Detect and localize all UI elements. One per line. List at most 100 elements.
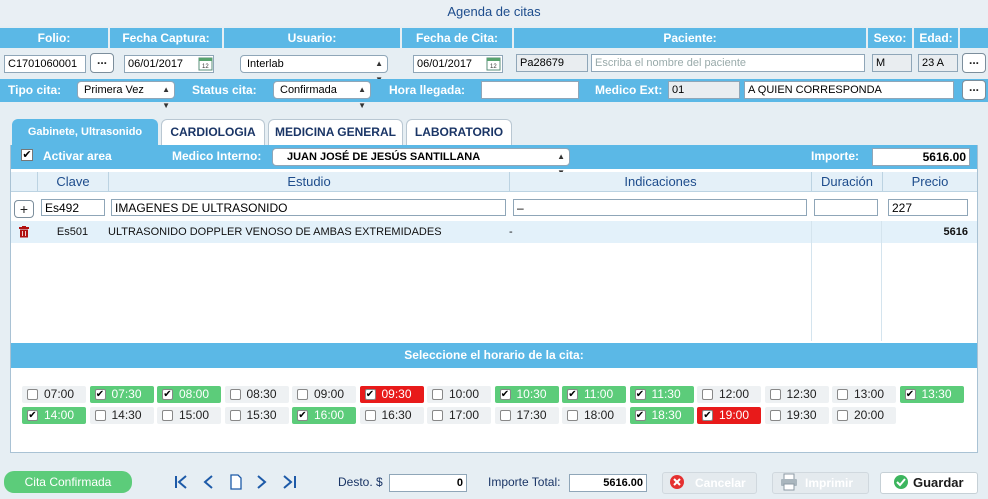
time-slot[interactable]: 19:30	[764, 407, 829, 424]
time-slot[interactable]: ✔ 11:30	[629, 386, 694, 403]
hora-llegada-input[interactable]	[481, 81, 579, 99]
time-slot[interactable]: 17:00	[427, 407, 491, 424]
time-slot-checkbox[interactable]: ✔	[567, 389, 578, 400]
time-slot-checkbox[interactable]: ✔	[94, 389, 106, 400]
time-slot[interactable]: ✔ 14:00	[22, 407, 86, 424]
time-slot-checkbox[interactable]	[94, 410, 106, 421]
time-slot-checkbox[interactable]	[432, 389, 443, 400]
time-slot[interactable]: 16:30	[359, 407, 424, 424]
first-page-icon[interactable]	[174, 474, 188, 493]
tipo-cita-value: Primera Vez	[84, 84, 144, 96]
time-slot-checkbox[interactable]	[567, 410, 578, 421]
time-slot[interactable]: 14:30	[89, 407, 154, 424]
time-slot-checkbox[interactable]	[162, 410, 173, 421]
calendar-icon[interactable]: 12	[486, 55, 502, 71]
time-slot[interactable]: 10:00	[427, 386, 491, 403]
time-slot[interactable]: 12:30	[764, 386, 829, 403]
tipo-cita-select[interactable]: Primera Vez ▲ ▼	[77, 81, 175, 110]
folio-input[interactable]: C1701060001	[4, 55, 86, 73]
medico-ext-id-input[interactable]: 01	[668, 81, 740, 99]
paciente-lookup-button[interactable]: ...	[962, 53, 986, 73]
time-slot[interactable]: 15:30	[224, 407, 289, 424]
next-page-icon[interactable]	[256, 474, 268, 493]
tab-gabinete[interactable]: Gabinete, Ultrasonido	[12, 119, 158, 145]
time-slot-checkbox[interactable]	[499, 410, 511, 421]
medico-lookup-button[interactable]: ...	[962, 80, 986, 100]
time-slot-checkbox[interactable]: ✔	[297, 410, 308, 421]
time-slot[interactable]: ✔ 11:00	[562, 386, 626, 403]
calendar-icon[interactable]: 12	[198, 55, 214, 71]
time-slot[interactable]: 17:30	[494, 407, 559, 424]
time-slot-checkbox[interactable]	[229, 389, 241, 400]
folio-lookup-button[interactable]: ...	[90, 53, 114, 73]
time-slot-checkbox[interactable]	[837, 389, 848, 400]
paciente-id-input[interactable]: Pa28679	[516, 54, 588, 72]
tab-laboratorio[interactable]: LABORATORIO	[406, 119, 512, 145]
time-slot-checkbox[interactable]: ✔	[702, 410, 713, 421]
time-slot[interactable]: ✔ 07:30	[89, 386, 154, 403]
time-slot-checkbox[interactable]: ✔	[162, 389, 173, 400]
time-slot-checkbox[interactable]	[837, 410, 848, 421]
time-slot-checkbox[interactable]	[297, 389, 308, 400]
estudio-input[interactable]: IMAGENES DE ULTRASONIDO	[111, 199, 506, 216]
time-slot[interactable]: 08:30	[224, 386, 289, 403]
folio-label: Folio:	[0, 28, 108, 48]
time-slot[interactable]: 07:00	[22, 386, 86, 403]
time-slot-checkbox[interactable]: ✔	[27, 410, 38, 421]
time-slot-checkbox[interactable]: ✔	[634, 389, 646, 400]
medico-ext-name-input[interactable]: A QUIEN CORRESPONDA	[744, 81, 954, 99]
duracion-input[interactable]	[814, 199, 878, 216]
row-estudio: ULTRASONIDO DOPPLER VENOSO DE AMBAS EXTR…	[108, 226, 442, 238]
time-slot-label: 14:30	[111, 408, 142, 422]
time-slot[interactable]: ✔ 10:30	[494, 386, 559, 403]
clave-input[interactable]: Es492	[41, 199, 105, 216]
time-slot-label: 12:00	[719, 387, 750, 401]
time-slot-checkbox[interactable]: ✔	[904, 389, 916, 400]
time-slot[interactable]: 13:00	[832, 386, 896, 403]
desto-input[interactable]: 0	[389, 474, 467, 492]
time-slot-label: 10:00	[449, 387, 480, 401]
medico-interno-select[interactable]: JUAN JOSÉ DE JESÚS SANTILLANA▲▼	[272, 148, 570, 177]
time-slot-checkbox[interactable]: ✔	[499, 389, 511, 400]
time-slot[interactable]: ✔ 16:00	[292, 407, 356, 424]
time-slot[interactable]: ✔ 19:00	[697, 407, 761, 424]
prev-page-icon[interactable]	[202, 474, 214, 493]
time-slot[interactable]: 20:00	[832, 407, 896, 424]
desto-label: Desto. $	[338, 475, 383, 489]
time-slot[interactable]: 12:00	[697, 386, 761, 403]
time-slot[interactable]: ✔ 13:30	[899, 386, 964, 403]
time-slot[interactable]: ✔ 08:00	[157, 386, 221, 403]
time-slot[interactable]: ✔ 18:30	[629, 407, 694, 424]
time-slot-checkbox[interactable]	[229, 410, 241, 421]
time-slot[interactable]: 09:00	[292, 386, 356, 403]
time-slot-checkbox[interactable]	[27, 389, 38, 400]
precio-input[interactable]: 227	[888, 199, 968, 216]
header-spacer	[960, 28, 988, 48]
status-badge: Cita Confirmada	[4, 471, 132, 493]
time-slot-checkbox[interactable]	[769, 410, 781, 421]
tab-cardiologia[interactable]: CARDIOLOGIA	[161, 119, 265, 145]
new-document-icon[interactable]	[229, 474, 243, 493]
time-slot-checkbox[interactable]	[702, 389, 713, 400]
tab-medicina-general[interactable]: MEDICINA GENERAL	[268, 119, 403, 145]
trash-icon[interactable]	[18, 226, 30, 238]
time-slot-checkbox[interactable]: ✔	[634, 410, 646, 421]
time-slot-checkbox[interactable]: ✔	[364, 389, 376, 400]
time-slot-label: 19:00	[719, 408, 750, 422]
cancelar-label: Cancelar	[695, 476, 746, 490]
indicaciones-input[interactable]: –	[513, 199, 807, 216]
imprimir-label: Imprimir	[805, 476, 854, 490]
time-slot-checkbox[interactable]	[432, 410, 443, 421]
time-slot-checkbox[interactable]	[364, 410, 376, 421]
usuario-select[interactable]: Interlab▲▼	[240, 55, 388, 84]
time-slot[interactable]: ✔ 09:30	[359, 386, 424, 403]
status-select[interactable]: Confirmada ▲ ▼	[273, 81, 371, 110]
time-slot-checkbox[interactable]	[769, 389, 781, 400]
time-slot-label: 17:30	[516, 408, 547, 422]
activar-area-checkbox[interactable]: ✔	[21, 149, 33, 161]
time-slot[interactable]: 15:00	[157, 407, 221, 424]
paciente-name-input[interactable]: Escriba el nombre del paciente	[591, 54, 865, 72]
add-row-button[interactable]: +	[14, 200, 34, 218]
time-slot[interactable]: 18:00	[562, 407, 626, 424]
last-page-icon[interactable]	[282, 474, 298, 493]
